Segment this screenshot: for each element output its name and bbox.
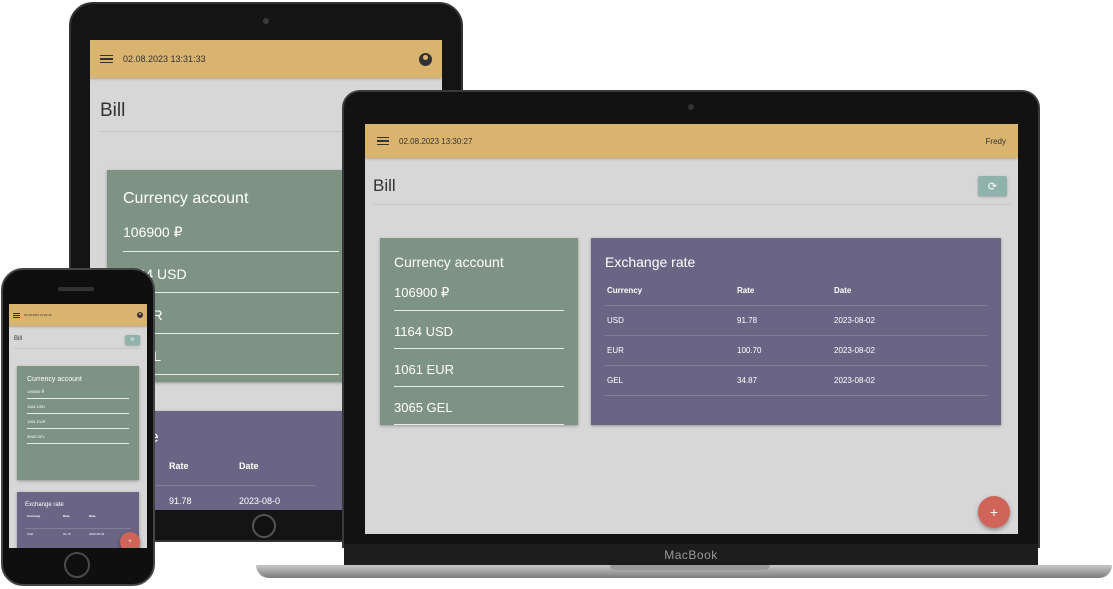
table-cell: 91.78 [61,528,87,539]
phone-datetime: 02.08.2023 13:32:49 [24,313,52,317]
account-row: 106900 ₽ [394,280,564,311]
page-title: Bill [14,336,23,342]
table-cell: GEL [605,365,735,396]
tablet-home-button [252,514,276,538]
add-button[interactable]: + [120,532,140,548]
table-cell: 2023-08-02 [832,365,987,396]
column-header: Rate [737,286,755,295]
refresh-button[interactable]: ⟳ [125,335,140,345]
table-cell: USD [25,528,61,539]
table-cell: 91.78 [165,485,235,510]
account-row: GEL [123,344,339,375]
column-header: Date [239,461,259,471]
account-circle-icon[interactable] [419,52,432,66]
table-row: GEL 34.87 2023-08-02 [605,365,987,396]
laptop-brand-label: MacBook [664,548,718,562]
table-cell: EUR [605,335,735,366]
phone-screen: 02.08.2023 13:32:49 Bill ⟳ Currency acco… [9,304,147,548]
account-row: 1164 USD [27,402,129,414]
refresh-icon: ⟳ [130,337,135,343]
account-row: 1061 EUR [27,417,129,429]
column-header: Currency [607,286,643,295]
menu-icon[interactable] [13,312,20,318]
table-cell: USD [605,305,735,336]
exchange-card-title: Exchange rate [605,254,696,270]
laptop-screen: 02.08.2023 13:30:27 Fredy Bill ⟳ Currenc… [365,124,1018,534]
table-row: USD 91.78 2023-08-02 [605,305,987,336]
exchange-card-title: Exchange rate [25,502,64,508]
exchange-rate-table: Currency Rate Date USD 91.78 2023-08-02 … [605,280,987,396]
laptop-camera [688,104,694,110]
exchange-rate-table: Currency Rate Date USD 91.78 2023-08-02 [25,514,131,539]
refresh-button[interactable]: ⟳ [978,176,1007,196]
exchange-rate-card: Exchange rate Currency Rate Date USD 91.… [591,238,1001,425]
menu-icon[interactable] [100,54,113,64]
title-divider [373,204,1010,205]
account-row: 3065 GEL [27,432,129,444]
add-icon: + [989,504,999,520]
phone-app-bar: 02.08.2023 13:32:49 [9,304,147,326]
page-title: Bill [373,176,396,195]
page-title: Bill [100,100,126,121]
phone-home-button [64,552,90,578]
table-cell: 100.70 [735,335,832,366]
account-row: 1164 USD [394,319,564,349]
currency-account-card: Currency account 106900 ₽ 1164 USD 1061 … [380,238,578,425]
refresh-icon: ⟳ [987,180,998,193]
tablet-camera [263,18,269,24]
currency-account-card: Currency account 106900 ₽ 1164 USD 1061 … [17,366,139,480]
table-header-row: Currency Rate Date [605,280,987,306]
user-name[interactable]: Fredy [986,137,1006,146]
table-cell: 2023-08-0 [235,485,315,510]
currency-card-title: Currency account [394,254,504,270]
column-header: Rate [169,461,189,471]
laptop-app-bar: 02.08.2023 13:30:27 Fredy [365,124,1018,158]
currency-card-title: Currency account [27,376,82,383]
account-row: 3065 GEL [394,395,564,425]
laptop-datetime: 02.08.2023 13:30:27 [399,136,473,146]
account-circle-icon[interactable] [137,312,143,318]
table-cell: 91.78 [735,305,832,336]
table-row: EUR 100.70 2023-08-02 [605,335,987,366]
table-row: USD 91.78 2023-08-02 [25,528,131,539]
account-row: EUR [123,303,339,334]
phone-speaker [58,287,94,291]
add-button[interactable]: + [978,496,1010,528]
column-header: Date [834,286,852,295]
account-row: 106900 ₽ [27,387,129,399]
title-divider [14,348,142,349]
menu-icon[interactable] [377,136,389,146]
table-cell: 34.87 [735,365,832,396]
account-row: 106900 ₽ [123,220,339,252]
table-cell: 2023-08-02 [832,335,987,366]
column-header: Rate [63,514,70,518]
table-cell: 2023-08-02 [832,305,987,336]
add-icon: + [128,539,132,545]
laptop-notch [610,565,770,570]
table-header-row: Currency Rate Date [25,514,131,529]
account-row: 1061 EUR [394,357,564,387]
account-row: 1164 USD [123,262,339,293]
column-header: Currency [27,514,41,518]
column-header: Date [89,514,96,518]
tablet-datetime: 02.08.2023 13:31:33 [123,54,206,64]
tablet-app-bar: 02.08.2023 13:31:33 [90,40,442,78]
